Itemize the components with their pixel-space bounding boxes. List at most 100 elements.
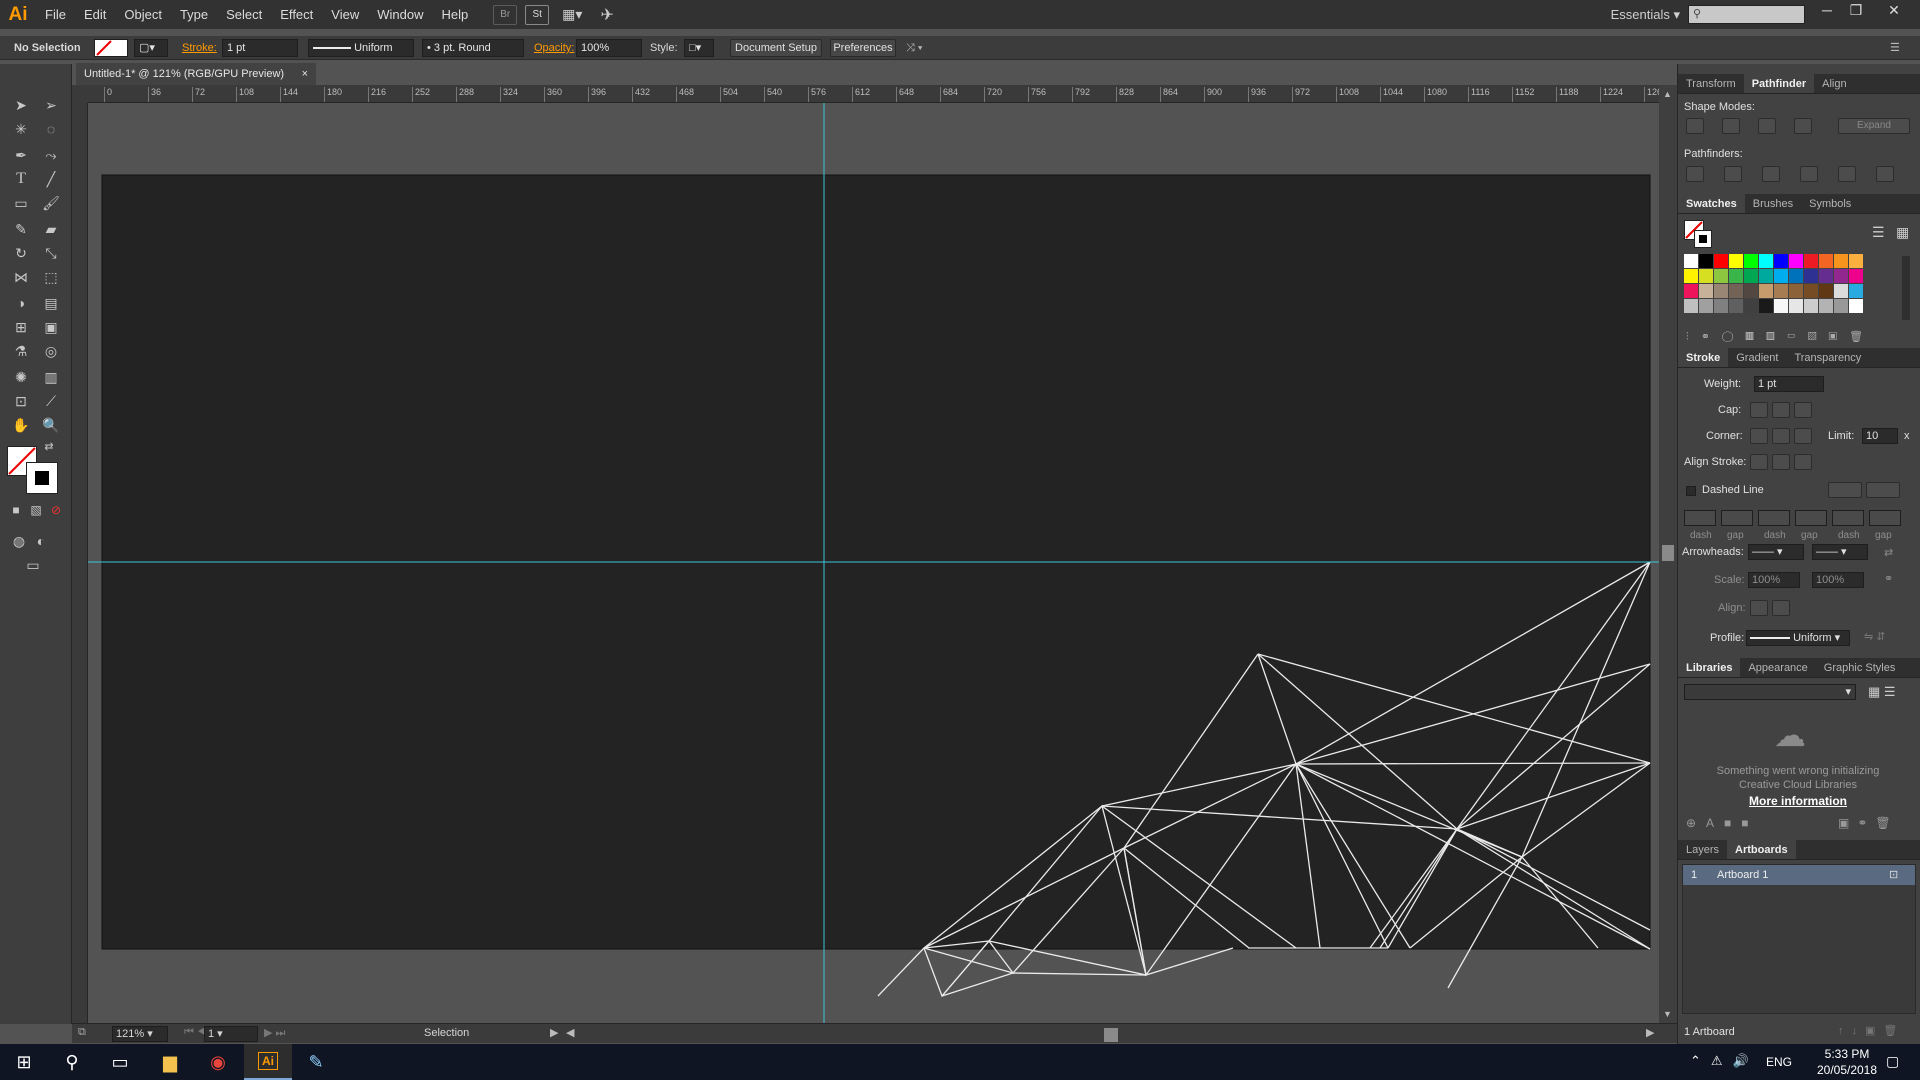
menu-effect[interactable]: Effect [271, 0, 322, 29]
line-tool-icon[interactable]: ╱ [40, 168, 62, 190]
minimize-button[interactable]: ─ [1813, 0, 1841, 20]
gradient-mode-icon[interactable]: ▧ [28, 502, 44, 518]
vertical-scrollbar[interactable]: ▲ ▼ [1659, 85, 1677, 1023]
tab-libraries[interactable]: Libraries [1678, 658, 1741, 677]
type-tool-icon[interactable]: T [10, 168, 32, 190]
menu-window[interactable]: Window [368, 0, 432, 29]
color-swatch[interactable] [1774, 299, 1788, 313]
panel-menu-icon[interactable]: ☰ [1890, 39, 1900, 57]
end-arrowhead-select[interactable]: —— ▾ [1812, 544, 1868, 560]
status-menu-icon[interactable]: ▶ [550, 1026, 558, 1039]
color-swatch[interactable] [1804, 299, 1818, 313]
free-transform-tool-icon[interactable]: ⬚ [40, 266, 62, 288]
zoom-field[interactable]: 121% ▾ [112, 1026, 168, 1042]
color-swatch[interactable] [1744, 299, 1758, 313]
arrange-icon[interactable]: ⤨ ▾ [906, 39, 922, 57]
scroll-up-icon[interactable]: ▲ [1663, 89, 1672, 99]
gap-field[interactable] [1869, 510, 1901, 526]
tab-stroke[interactable]: Stroke [1678, 348, 1729, 367]
bevel-join-button[interactable] [1794, 428, 1812, 444]
tab-graphic-styles[interactable]: Graphic Styles [1816, 658, 1904, 677]
variable-width-profile[interactable]: Uniform [308, 39, 414, 57]
color-swatch[interactable] [1819, 269, 1833, 283]
document-tab[interactable]: Untitled-1* @ 121% (RGB/GPU Preview) × [76, 63, 316, 85]
bridge-button[interactable]: Br [493, 4, 518, 25]
color-swatch[interactable] [1714, 284, 1728, 298]
menu-file[interactable]: File [36, 0, 75, 29]
profile-select[interactable]: Uniform ▾ [1746, 630, 1850, 646]
draw-normal-icon[interactable]: ◍ [8, 530, 30, 552]
color-swatch[interactable] [1699, 299, 1713, 313]
library-select[interactable]: ▾ [1684, 684, 1856, 700]
tab-align[interactable]: Align [1814, 74, 1854, 93]
color-swatch[interactable] [1819, 284, 1833, 298]
dashed-line-checkbox[interactable] [1686, 486, 1696, 496]
selection-tool-icon[interactable]: ➤ [10, 94, 32, 116]
color-swatch[interactable] [1729, 284, 1743, 298]
rectangle-tool-icon[interactable]: ▭ [10, 192, 32, 214]
flip-profile-icon[interactable]: ⇋ ⇵ [1864, 630, 1886, 643]
mesh-tool-icon[interactable]: ⊞ [10, 316, 32, 338]
artboard-actions-icons[interactable]: ↑↓▣🗑 [1838, 1024, 1905, 1037]
tab-gradient[interactable]: Gradient [1728, 348, 1786, 367]
none-mode-icon[interactable]: ⊘ [48, 502, 64, 518]
color-swatch[interactable] [1759, 269, 1773, 283]
system-tray-icons[interactable]: ⌃⚠🔊 [1690, 1053, 1759, 1069]
weight-field[interactable]: 1 pt [1754, 376, 1824, 392]
color-swatch[interactable] [1699, 284, 1713, 298]
color-swatch[interactable] [1819, 299, 1833, 313]
stock-button[interactable]: St [525, 4, 550, 25]
slice-tool-icon[interactable]: ⟋ [40, 390, 62, 412]
color-swatch[interactable] [1714, 299, 1728, 313]
round-join-button[interactable] [1772, 428, 1790, 444]
color-swatch[interactable] [1744, 269, 1758, 283]
more-information-link[interactable]: More information [1698, 794, 1898, 808]
gap-field[interactable] [1721, 510, 1753, 526]
color-swatch[interactable] [1834, 254, 1848, 268]
merge-button[interactable] [1762, 166, 1780, 182]
color-swatch[interactable] [1684, 254, 1698, 268]
color-swatch[interactable] [1774, 254, 1788, 268]
stroke-color-icon[interactable] [26, 462, 58, 494]
tab-symbols[interactable]: Symbols [1801, 194, 1859, 213]
menu-object[interactable]: Object [115, 0, 171, 29]
scroll-thumb[interactable] [1662, 545, 1674, 561]
round-cap-button[interactable] [1772, 402, 1790, 418]
color-swatch[interactable] [1789, 299, 1803, 313]
opacity-label[interactable]: Opacity: [534, 39, 574, 57]
fill-swatch[interactable] [94, 39, 128, 57]
magic-wand-tool-icon[interactable]: ✳ [10, 118, 32, 140]
color-swatch[interactable] [1849, 284, 1863, 298]
zoom-tool-icon[interactable]: 🔍 [40, 414, 62, 436]
align-outside-button[interactable] [1794, 454, 1812, 470]
stroke-label[interactable]: Stroke: [182, 39, 217, 57]
document-setup-button[interactable]: Document Setup [730, 39, 822, 57]
align-center-button[interactable] [1750, 454, 1768, 470]
artboard-options-icon[interactable]: ⊡ [1889, 868, 1898, 881]
dash-preserve-button[interactable] [1828, 482, 1862, 498]
artboard-number-field[interactable]: 1 ▾ [204, 1026, 258, 1042]
rotate-tool-icon[interactable]: ↻ [10, 242, 32, 264]
color-swatch[interactable] [1804, 284, 1818, 298]
ruler-origin[interactable] [72, 85, 88, 103]
stroke-weight-field[interactable]: 1 pt [222, 39, 298, 57]
draw-behind-icon[interactable]: ◐ [30, 530, 52, 552]
scale-end-field[interactable]: 100% [1812, 572, 1864, 588]
paint-app-icon[interactable]: ✎ [292, 1044, 340, 1080]
notifications-icon[interactable]: ▢ [1886, 1053, 1899, 1070]
file-explorer-icon[interactable]: ▆ [146, 1044, 194, 1080]
tab-brushes[interactable]: Brushes [1745, 194, 1801, 213]
tab-appearance[interactable]: Appearance [1740, 658, 1815, 677]
stroke-swatch[interactable]: ▢▾ [134, 39, 168, 57]
canvas[interactable] [88, 103, 1659, 1023]
start-arrowhead-select[interactable]: —— ▾ [1748, 544, 1804, 560]
screen-mode-icon[interactable]: ▭ [22, 554, 44, 576]
menu-select[interactable]: Select [217, 0, 271, 29]
color-swatch[interactable] [1849, 299, 1863, 313]
dash-align-button[interactable] [1866, 482, 1900, 498]
preferences-button[interactable]: Preferences [830, 39, 896, 57]
scroll-left-icon[interactable]: ◀ [566, 1026, 574, 1039]
toggle-panels-icon[interactable]: ⧉ [78, 1026, 86, 1039]
clock-time[interactable]: 5:33 PM [1812, 1047, 1882, 1061]
brush-definition[interactable]: • 3 pt. Round [422, 39, 524, 57]
